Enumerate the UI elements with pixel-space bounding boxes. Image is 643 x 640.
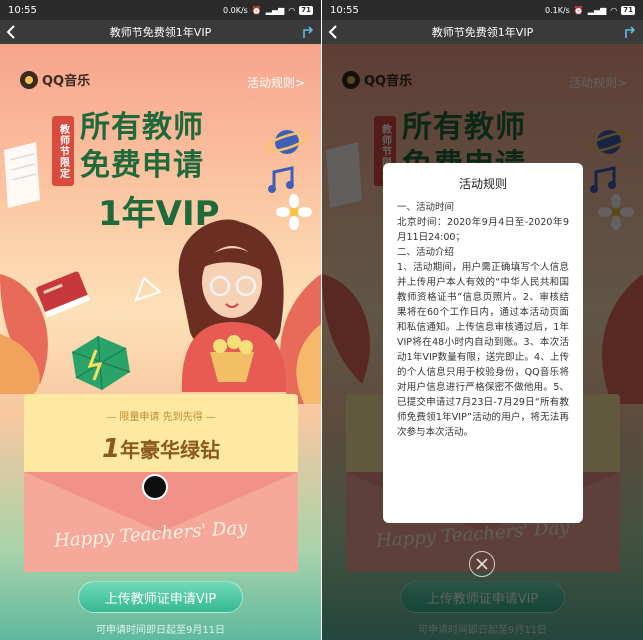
network-speed: 0.1K/s	[544, 5, 570, 15]
status-time: 10:55	[330, 4, 359, 16]
page-title: 教师节免费领1年VIP	[431, 26, 534, 39]
prize-number: 1	[101, 434, 121, 464]
signal-icon: ▂▄▆	[265, 5, 285, 15]
back-icon[interactable]	[326, 22, 342, 42]
modal-title: 活动规则	[458, 177, 507, 191]
book-page-icon	[4, 142, 40, 208]
phone-screen-left: 10:55 0.0K/s ⏰ ▂▄▆ ◠ 71 教师节免费领1年VIP QQ音乐…	[0, 0, 321, 640]
alarm-icon: ⏰	[573, 5, 584, 15]
close-icon	[476, 558, 488, 570]
wax-seal-icon	[142, 474, 168, 500]
title-bar: 教师节免费领1年VIP	[0, 20, 321, 44]
wifi-icon: ◠	[288, 5, 296, 15]
prize-card-title: 1年豪华绿钻	[24, 434, 298, 464]
share-icon[interactable]	[301, 24, 315, 40]
status-bar: 10:55 0.0K/s ⏰ ▂▄▆ ◠ 71	[0, 0, 321, 20]
logo-text: QQ音乐	[42, 74, 91, 89]
music-note-icon	[268, 166, 294, 193]
application-deadline: 可申请时间即日起至9月11日	[95, 625, 226, 636]
page-title: 教师节免费领1年VIP	[109, 26, 212, 39]
signal-icon: ▂▄▆	[587, 5, 607, 15]
status-icons: 0.1K/s ⏰ ▂▄▆ ◠ 71	[544, 5, 635, 15]
headline-line-2: 免费申请	[80, 148, 204, 183]
activity-rules-link[interactable]: 活动规则>	[247, 74, 305, 91]
planet-icon	[264, 130, 310, 154]
title-bar: 教师节免费领1年VIP	[322, 20, 643, 44]
red-book-icon	[36, 271, 90, 318]
headline-line-1: 所有教师	[80, 110, 204, 145]
teacher-illustration	[178, 219, 287, 392]
rules-modal: 活动规则 一、活动时间 北京时间：2020年9月4日至-2020年9月11日24…	[383, 163, 583, 523]
battery-icon: 71	[621, 5, 635, 15]
alarm-icon: ⏰	[251, 5, 262, 15]
status-bar: 10:55 0.1K/s ⏰ ▂▄▆ ◠ 71	[322, 0, 643, 20]
teachers-day-tag: 教师节限定	[52, 116, 74, 186]
network-speed: 0.0K/s	[222, 5, 248, 15]
qq-music-logo-icon	[20, 70, 38, 89]
wifi-icon: ◠	[610, 5, 618, 15]
poster: QQ音乐 活动规则> 教师节限定 所有教师 免费申请 1年VIP — 限量申请 …	[0, 44, 321, 640]
phone-screen-right: 10:55 0.1K/s ⏰ ▂▄▆ ◠ 71 教师节免费领1年VIP QQ音乐…	[322, 0, 643, 640]
gem-icon	[71, 335, 131, 391]
back-icon[interactable]	[4, 22, 20, 42]
qq-music-logo: QQ音乐	[20, 70, 90, 89]
battery-icon: 71	[299, 5, 313, 15]
share-icon[interactable]	[623, 24, 637, 40]
prize-text: 年豪华绿钻	[120, 438, 221, 462]
status-icons: 0.0K/s ⏰ ▂▄▆ ◠ 71	[222, 5, 313, 15]
modal-close-button[interactable]	[469, 551, 495, 577]
status-time: 10:55	[8, 4, 37, 16]
prize-card: — 限量申请 先到先得 — 1年豪华绿钻 Happy Teachers' Day	[24, 394, 298, 572]
modal-body: 一、活动时间 北京时间：2020年9月4日至-2020年9月11日24:00； …	[397, 202, 569, 438]
vip-headline: 1年VIP	[98, 194, 220, 234]
prize-card-subtitle: — 限量申请 先到先得 —	[106, 412, 216, 423]
upload-certificate-button[interactable]: 上传教师证申请VIP	[78, 581, 243, 613]
